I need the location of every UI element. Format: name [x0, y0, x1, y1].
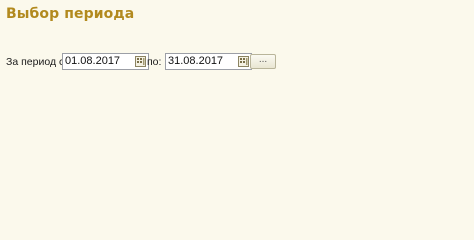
period-from-value[interactable]: 01.08.2017	[65, 55, 120, 67]
period-to-value[interactable]: 31.08.2017	[168, 55, 223, 67]
calendar-icon[interactable]	[135, 56, 146, 67]
calendar-icon[interactable]	[238, 56, 249, 67]
period-select-button[interactable]: ...	[250, 54, 276, 69]
period-to-field[interactable]: 31.08.2017	[165, 53, 252, 70]
period-to-label: по:	[147, 56, 162, 68]
period-row: За период с: 01.08.2017 по: 31.08.2017 .…	[6, 53, 474, 72]
period-from-label: За период с:	[6, 56, 68, 68]
page-title: Выбор периода	[6, 6, 135, 22]
period-from-field[interactable]: 01.08.2017	[62, 53, 149, 70]
